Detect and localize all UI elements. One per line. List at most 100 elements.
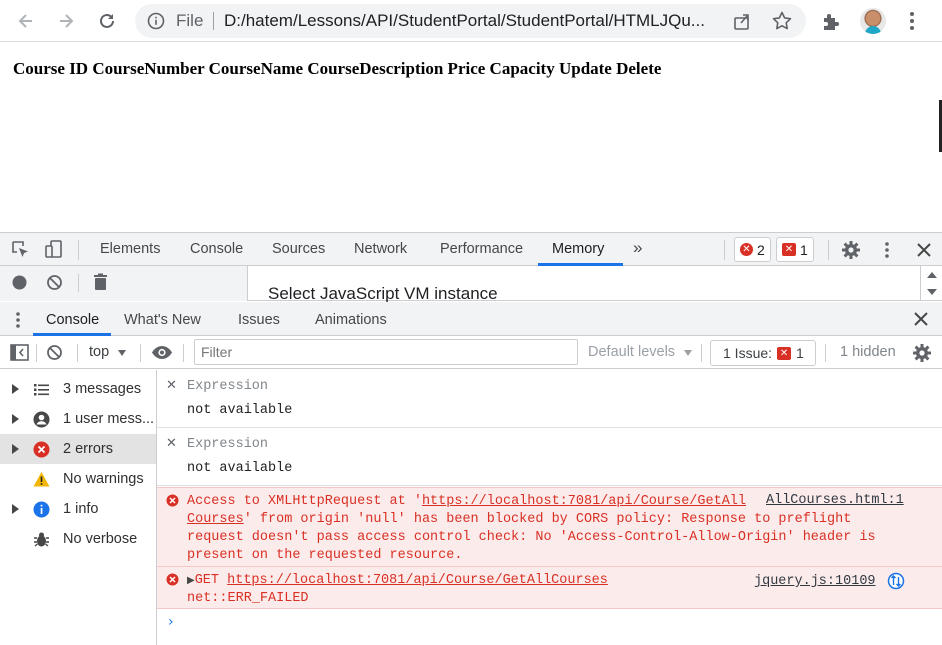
bookmark-star-icon[interactable] — [771, 10, 793, 32]
filter-input[interactable] — [194, 339, 578, 365]
toolbar-divider — [701, 344, 702, 362]
extensions-puzzle-icon[interactable] — [820, 10, 842, 32]
profile-avatar[interactable] — [860, 8, 886, 34]
memory-toolbar — [0, 266, 248, 301]
more-tabs-button[interactable]: » — [633, 238, 642, 258]
live-expression-eye-icon[interactable] — [151, 345, 173, 360]
request-url-link[interactable]: https://localhost:7081/api/Course/GetAll… — [227, 573, 608, 588]
live-expression-row: ✕ Expression not available — [157, 428, 942, 486]
device-toolbar-icon[interactable] — [44, 239, 64, 259]
expand-arrow-icon[interactable] — [12, 504, 19, 514]
context-selector[interactable]: top — [89, 344, 109, 360]
console-prompt[interactable]: › — [168, 614, 174, 630]
tab-memory[interactable]: Memory — [552, 241, 604, 257]
source-link[interactable]: jquery.js:10109 — [754, 574, 876, 589]
settings-gear-icon[interactable] — [841, 240, 861, 260]
sidebar-item-label: 1 info — [63, 501, 99, 517]
request-url-link[interactable]: https://localhost:7081/api/Course/GetAll — [422, 494, 746, 509]
issues-label: 1 Issue: — [723, 345, 773, 361]
tab-performance[interactable]: Performance — [440, 241, 523, 257]
devtools-menu-icon[interactable] — [877, 240, 897, 260]
expand-triangle-icon[interactable]: ▶ — [187, 575, 195, 586]
tab-network[interactable]: Network — [354, 241, 407, 257]
issues-count: 1 — [796, 345, 804, 361]
drawer-tab-console[interactable]: Console — [46, 312, 99, 328]
drawer-menu-icon[interactable] — [13, 311, 23, 329]
browser-menu-icon[interactable] — [901, 9, 923, 33]
tab-elements[interactable]: Elements — [100, 241, 160, 257]
scroll-up-icon[interactable] — [926, 271, 938, 279]
sidebar-item-errors[interactable]: 2 errors — [0, 434, 156, 464]
sidebar-item-warnings[interactable]: No warnings — [0, 464, 156, 494]
sidebar-item-label: 2 errors — [63, 441, 113, 457]
toolbar-divider — [78, 240, 79, 260]
error-text: Access to XMLHttpRequest at ' — [187, 494, 422, 509]
error-icon: ✕ — [740, 243, 753, 256]
error-text: present on the requested resource. — [187, 548, 463, 563]
reload-button[interactable] — [92, 6, 122, 36]
log-levels-dropdown[interactable]: Default levels — [588, 344, 675, 360]
clear-console-icon[interactable] — [46, 344, 63, 361]
drawer-tab-animations[interactable]: Animations — [315, 312, 387, 328]
http-method: GET — [194, 573, 220, 588]
info-icon[interactable] — [147, 12, 165, 30]
error-icon — [33, 441, 50, 458]
expression-input[interactable]: Expression — [187, 379, 268, 394]
sidebar-item-label: No verbose — [63, 531, 138, 547]
sidebar-item-verbose[interactable]: No verbose — [0, 524, 156, 554]
expression-value: not available — [187, 461, 293, 476]
console-error-get: ▶GET https://localhost:7081/api/Course/G… — [157, 567, 942, 609]
toolbar-divider — [78, 274, 79, 292]
toolbar-divider — [724, 240, 725, 260]
tab-sources[interactable]: Sources — [272, 241, 325, 257]
console-settings-gear-icon[interactable] — [912, 343, 932, 363]
remove-expression-icon[interactable]: ✕ — [166, 378, 177, 393]
show-sidebar-icon[interactable] — [10, 344, 29, 361]
tab-console[interactable]: Console — [190, 241, 243, 257]
hidden-count: 1 hidden — [840, 344, 896, 360]
issue-icon: ✕ — [782, 243, 796, 256]
chevron-down-icon[interactable] — [683, 349, 693, 357]
error-count-badge[interactable]: ✕ 2 — [734, 237, 771, 262]
active-drawer-tab-indicator — [33, 333, 111, 336]
chevron-down-icon[interactable] — [117, 349, 127, 357]
drawer-tab-issues[interactable]: Issues — [238, 312, 280, 328]
back-button[interactable] — [11, 6, 41, 36]
devtools-tabbar: Elements Console Sources Network Perform… — [0, 232, 942, 266]
clear-profiles-icon[interactable] — [46, 274, 63, 291]
scroll-down-icon[interactable] — [926, 288, 938, 296]
url-text[interactable]: D:/hatem/Lessons/API/StudentPortal/Stude… — [224, 11, 719, 31]
record-icon[interactable] — [11, 274, 28, 291]
sidebar-item-messages[interactable]: 3 messages — [0, 374, 156, 404]
expression-value: not available — [187, 403, 293, 418]
issue-count-badge[interactable]: ✕ 1 — [776, 237, 814, 262]
error-text: net::ERR_FAILED — [187, 591, 309, 606]
share-icon[interactable] — [732, 11, 752, 31]
sidebar-item-user-messages[interactable]: 1 user mess... — [0, 404, 156, 434]
browser-toolbar: File D:/hatem/Lessons/API/StudentPortal/… — [0, 0, 942, 42]
error-icon — [166, 494, 179, 507]
reload-icon — [100, 13, 114, 28]
address-bar[interactable]: File D:/hatem/Lessons/API/StudentPortal/… — [135, 4, 806, 38]
trash-icon[interactable] — [92, 273, 109, 291]
console-error-cors: Access to XMLHttpRequest at 'https://loc… — [157, 487, 942, 567]
request-url-link-cont[interactable]: Courses — [187, 512, 244, 527]
drawer-tab-whats-new[interactable]: What's New — [124, 312, 201, 328]
network-request-icon[interactable] — [887, 572, 905, 590]
site-label: File — [176, 11, 204, 30]
close-devtools-icon[interactable] — [914, 240, 934, 260]
source-link[interactable]: AllCourses.html:1 — [766, 493, 904, 508]
sidebar-item-label: 3 messages — [63, 381, 142, 397]
expression-input[interactable]: Expression — [187, 437, 268, 452]
sidebar-item-info[interactable]: 1 info — [0, 494, 156, 524]
expand-arrow-icon[interactable] — [12, 444, 19, 454]
memory-scrollbar[interactable] — [920, 266, 942, 301]
toolbar-divider — [140, 344, 141, 362]
forward-button[interactable] — [51, 6, 81, 36]
expand-arrow-icon[interactable] — [12, 384, 19, 394]
remove-expression-icon[interactable]: ✕ — [166, 436, 177, 451]
close-drawer-icon[interactable] — [912, 310, 930, 328]
issues-button[interactable]: 1 Issue: ✕ 1 — [710, 340, 816, 366]
inspect-element-icon[interactable] — [11, 240, 30, 259]
expand-arrow-icon[interactable] — [12, 414, 19, 424]
